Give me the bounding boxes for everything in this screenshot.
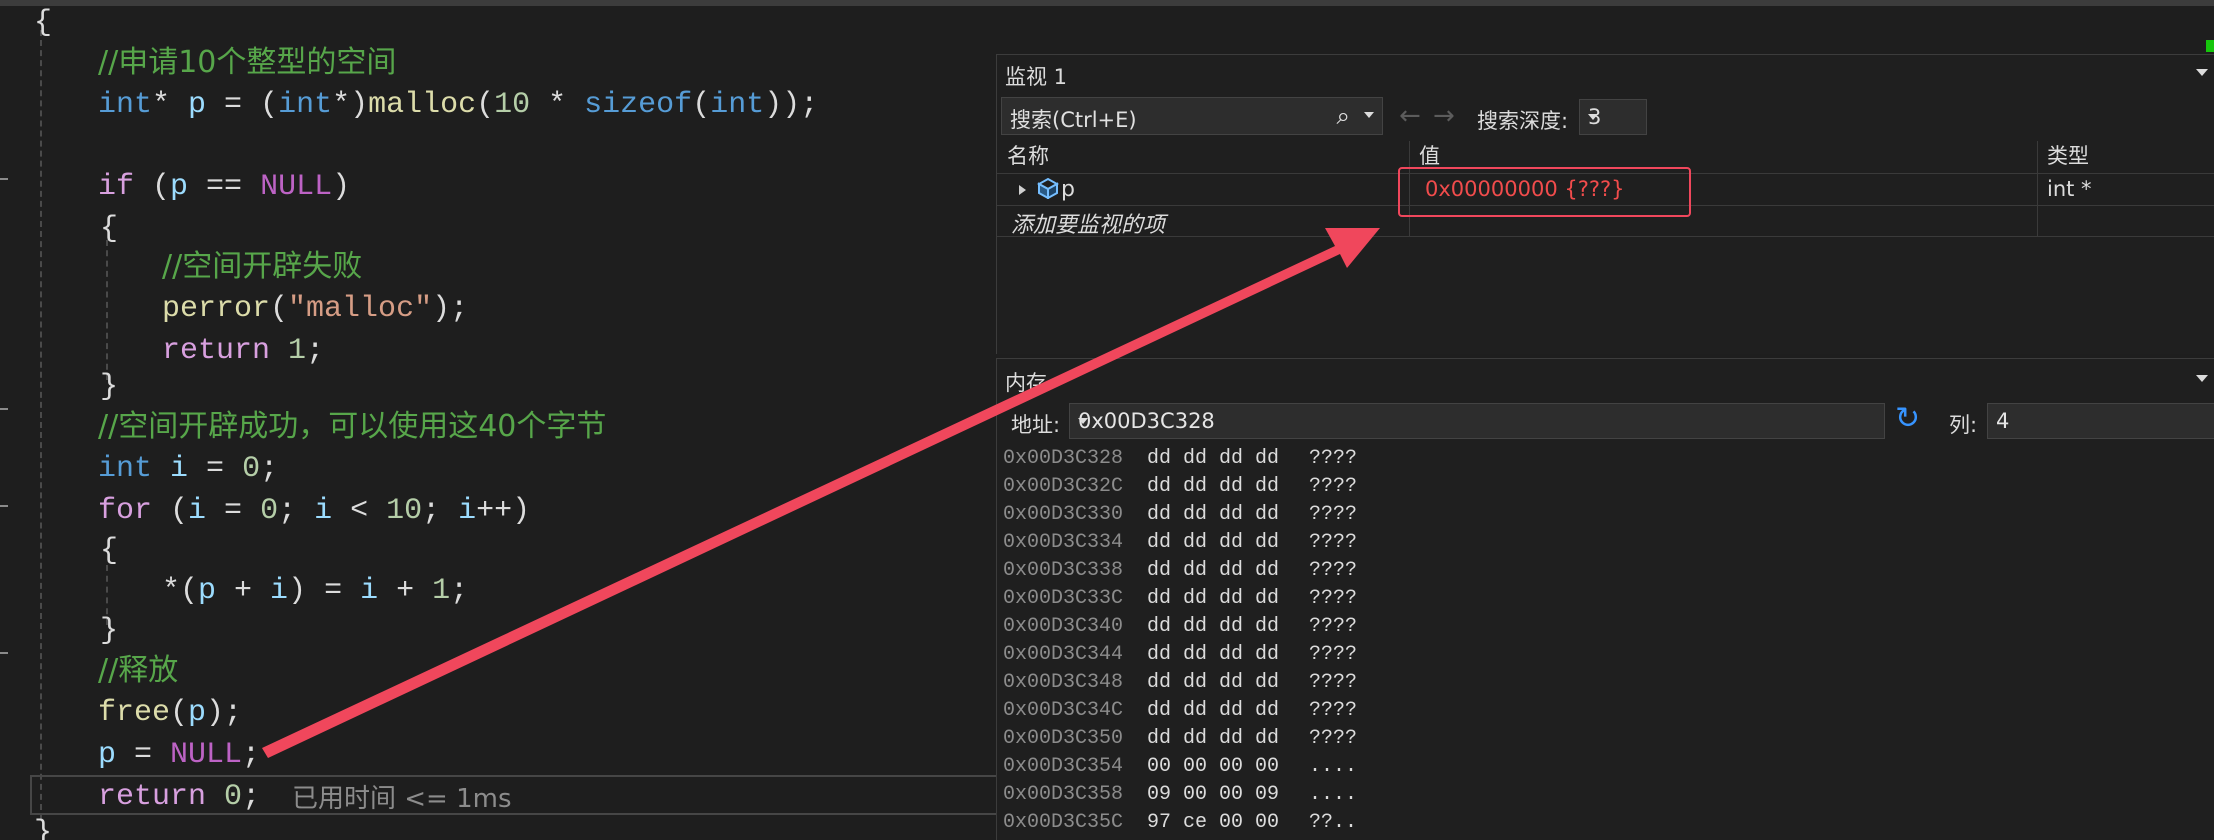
- columns-value: 4: [1996, 409, 2010, 433]
- memory-row: 0x00D3C32C dd dd dd dd????: [1003, 475, 1358, 498]
- code-line-free: free(p);: [98, 696, 243, 730]
- memory-row: 0x00D3C344 dd dd dd dd????: [1003, 643, 1358, 666]
- code-line-return-1: return 1;: [162, 334, 325, 368]
- grid-divider: [2037, 141, 2038, 237]
- value-highlight-box: [1398, 167, 1691, 217]
- watch-title: 监视 1: [1005, 65, 1068, 89]
- code-close-brace: }: [34, 816, 53, 840]
- memory-window: 内存 地址: 0x00D3C328 ↻ 列: 4 0x00D3C328 dd dd…: [996, 358, 2214, 840]
- address-label: 地址:: [1011, 413, 1061, 437]
- variable-cube-icon: [1037, 177, 1059, 199]
- memory-row: 0x00D3C334 dd dd dd dd????: [1003, 531, 1358, 554]
- code-line-assign: *(p + i) = i + 1;: [162, 574, 469, 608]
- gutter-marker: [0, 505, 8, 507]
- code-brace: }: [100, 614, 119, 648]
- indent-guide: [40, 30, 42, 820]
- memory-row: 0x00D3C328 dd dd dd dd????: [1003, 447, 1358, 470]
- code-comment: //空间开辟失败: [162, 249, 363, 284]
- watch-row-name[interactable]: p: [1061, 177, 1075, 202]
- code-brace: {: [100, 212, 119, 246]
- chevron-down-icon[interactable]: [1364, 112, 1374, 118]
- search-depth-select[interactable]: 3: [1579, 99, 1647, 135]
- code-line-perror: perror("malloc");: [162, 292, 469, 326]
- gutter-marker: [0, 178, 8, 180]
- elapsed-time-hint: 已用时间 <= 1ms: [292, 784, 512, 814]
- chevron-down-icon[interactable]: [1588, 114, 1598, 120]
- back-arrow-icon[interactable]: ←: [1399, 101, 1421, 131]
- memory-row: 0x00D3C340 dd dd dd dd????: [1003, 615, 1358, 638]
- memory-row: 0x00D3C338 dd dd dd dd????: [1003, 559, 1358, 582]
- forward-arrow-icon[interactable]: →: [1433, 101, 1455, 131]
- watch-search-input[interactable]: 搜索(Ctrl+E) ⌕: [1001, 97, 1383, 135]
- memory-row: 0x00D3C354 00 00 00 00....: [1003, 755, 1358, 778]
- code-comment: //申请10个整型的空间: [98, 45, 397, 80]
- panel-menu-icon[interactable]: [2196, 375, 2208, 382]
- code-comment: //释放: [98, 653, 179, 688]
- search-icon[interactable]: ⌕: [1337, 102, 1350, 130]
- column-header-type[interactable]: 类型: [2037, 141, 2089, 173]
- memory-row: 0x00D3C350 dd dd dd dd????: [1003, 727, 1358, 750]
- watch-row-type: int *: [2047, 177, 2092, 201]
- column-header-name[interactable]: 名称: [997, 141, 1049, 173]
- code-comment: //空间开辟成功，可以使用这40个字节: [98, 409, 607, 444]
- code-line-int-i: int i = 0;: [98, 452, 279, 486]
- address-input[interactable]: 0x00D3C328: [1069, 403, 1885, 439]
- editor-top-bar: [0, 0, 2214, 6]
- memory-row: 0x00D3C358 09 00 00 09....: [1003, 783, 1358, 806]
- code-brace: {: [100, 534, 119, 568]
- scroll-indicator: [2206, 40, 2214, 52]
- add-watch-item[interactable]: 添加要监视的项: [1011, 207, 1165, 239]
- code-brace: }: [100, 370, 119, 404]
- gutter-marker: [0, 652, 8, 654]
- code-line-malloc: int* p = (int*)malloc(10 * sizeof(int));: [98, 88, 819, 122]
- search-depth-label: 搜索深度:: [1477, 109, 1569, 133]
- memory-row: 0x00D3C34C dd dd dd dd????: [1003, 699, 1358, 722]
- code-line-for: for (i = 0; i < 10; i++): [98, 494, 531, 528]
- panel-menu-icon[interactable]: [2196, 69, 2208, 76]
- refresh-icon[interactable]: ↻: [1895, 401, 1920, 436]
- columns-input[interactable]: 4: [1987, 403, 2214, 439]
- search-placeholder: 搜索(Ctrl+E): [1010, 108, 1137, 132]
- memory-title: 内存: [1005, 371, 1047, 395]
- code-line-null: p = NULL;: [98, 738, 261, 772]
- gutter-marker: [0, 408, 8, 410]
- code-open-brace: {: [34, 6, 53, 40]
- expand-arrow-icon[interactable]: [1019, 185, 1026, 195]
- chevron-down-icon[interactable]: [1078, 418, 1088, 424]
- indent-guide: [106, 240, 108, 380]
- memory-row: 0x00D3C348 dd dd dd dd????: [1003, 671, 1358, 694]
- memory-row: 0x00D3C330 dd dd dd dd????: [1003, 503, 1358, 526]
- memory-row: 0x00D3C33C dd dd dd dd????: [1003, 587, 1358, 610]
- code-line-if: if (p == NULL): [98, 170, 351, 204]
- grid-divider: [997, 236, 2214, 237]
- columns-label: 列:: [1949, 413, 1978, 437]
- address-value: 0x00D3C328: [1078, 409, 1215, 433]
- memory-row: 0x00D3C35C 97 ce 00 00??..: [1003, 811, 1358, 834]
- code-line-return-0: return 0;: [98, 780, 261, 814]
